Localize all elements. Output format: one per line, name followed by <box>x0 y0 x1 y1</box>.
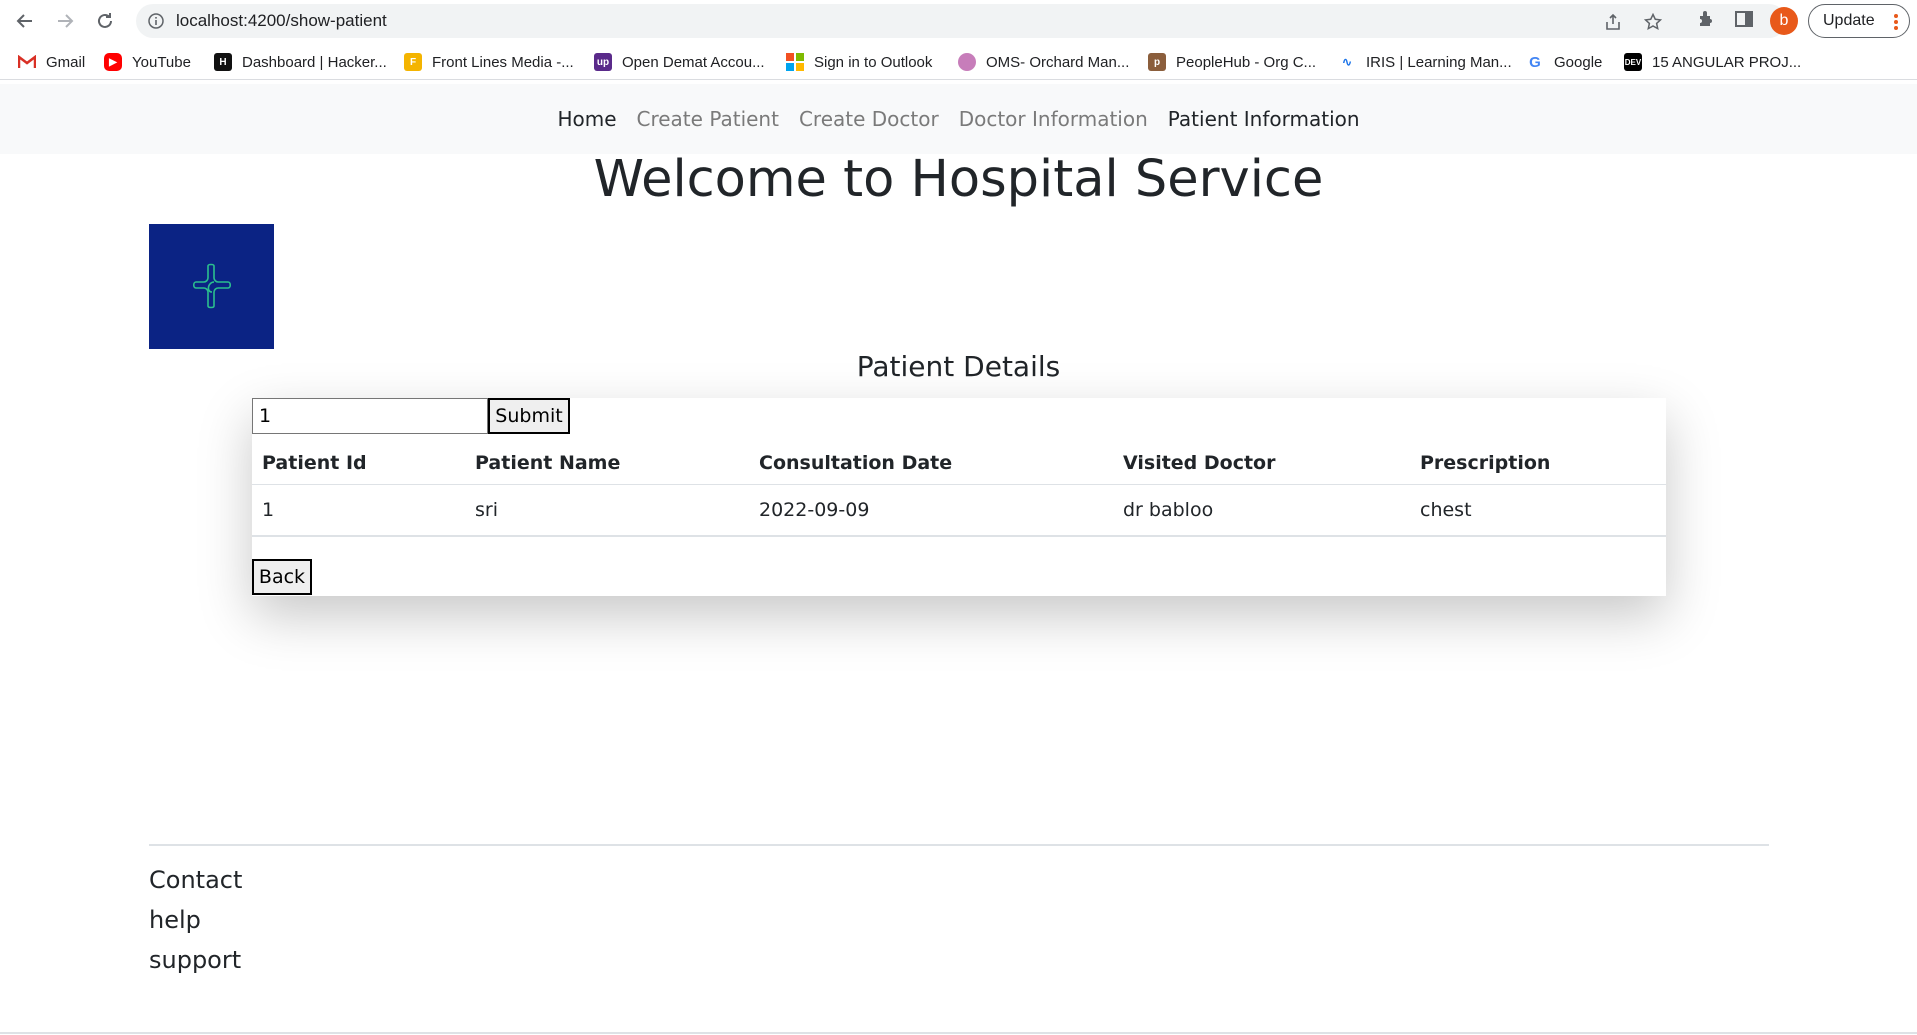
column-header: Visited Doctor <box>1113 442 1410 485</box>
cell-patient-name: sri <box>465 484 749 537</box>
bookmark-iris[interactable]: ∿ IRIS | Learning Man... <box>1338 49 1512 75</box>
column-header: Prescription <box>1410 442 1666 485</box>
bookmark-google[interactable]: G Google <box>1526 49 1602 75</box>
nav-create-doctor[interactable]: Create Doctor <box>789 84 949 154</box>
back-button[interactable]: Back <box>252 559 312 595</box>
table-row: 1 sri 2022-09-09 dr babloo chest <box>252 484 1666 537</box>
nav-home[interactable]: Home <box>547 84 626 154</box>
bookmarks-bar: Gmail ▶ YouTube H Dashboard | Hacker... … <box>0 44 1917 80</box>
cell-patient-id: 1 <box>252 484 465 537</box>
patient-table: Patient Id Patient Name Consultation Dat… <box>252 442 1666 537</box>
section-title: Patient Details <box>856 350 1061 383</box>
bookmark-label: OMS- Orchard Man... <box>986 53 1130 71</box>
bookmark-outlook[interactable]: Sign in to Outlook <box>786 49 932 75</box>
site-info-icon[interactable] <box>148 13 164 33</box>
column-header: Consultation Date <box>749 442 1113 485</box>
update-label: Update <box>1823 12 1875 29</box>
bookmark-upstox[interactable]: up Open Demat Accou... <box>594 49 765 75</box>
bookmark-label: Dashboard | Hacker... <box>242 53 387 71</box>
bookmark-label: 15 ANGULAR PROJ... <box>1652 53 1802 71</box>
cell-visited-doctor: dr babloo <box>1113 484 1410 537</box>
bookmark-youtube[interactable]: ▶ YouTube <box>104 49 191 75</box>
share-icon[interactable] <box>1604 13 1622 35</box>
microsoft-icon <box>786 53 804 71</box>
address-bar[interactable]: localhost:4200/show-patient <box>136 4 1786 38</box>
cell-prescription: chest <box>1410 484 1666 537</box>
update-button[interactable]: Update <box>1808 4 1910 38</box>
bookmark-label: YouTube <box>132 53 191 71</box>
frontlines-icon: F <box>404 53 422 71</box>
bookmark-oms[interactable]: OMS- Orchard Man... <box>958 49 1129 75</box>
bookmark-peoplehub[interactable]: p PeopleHub - Org C... <box>1148 49 1316 75</box>
page-bottom-divider <box>0 1032 1917 1034</box>
bookmark-label: Sign in to Outlook <box>814 53 933 71</box>
medical-cross-icon <box>192 263 231 308</box>
main-navbar: Home Create Patient Create Doctor Doctor… <box>0 84 1917 154</box>
upstox-icon: up <box>594 53 612 71</box>
cell-consultation-date: 2022-09-09 <box>749 484 1113 537</box>
footer-help-link[interactable]: help <box>149 906 201 934</box>
bookmark-dev[interactable]: DEV 15 ANGULAR PROJ... <box>1624 49 1801 75</box>
back-arrow-icon[interactable] <box>8 4 42 38</box>
bookmark-label: Front Lines Media -... <box>432 53 574 71</box>
page-title: Welcome to Hospital Service <box>593 150 1324 209</box>
footer-support-link[interactable]: support <box>149 946 241 974</box>
column-header: Patient Name <box>465 442 749 485</box>
nav-create-patient[interactable]: Create Patient <box>627 84 789 154</box>
bookmark-label: IRIS | Learning Man... <box>1366 53 1512 71</box>
extensions-icon[interactable] <box>1696 9 1716 33</box>
dev-icon: DEV <box>1624 53 1642 71</box>
iris-icon: ∿ <box>1341 55 1353 69</box>
hospital-logo <box>149 224 274 349</box>
bookmark-label: PeopleHub - Org C... <box>1176 53 1317 71</box>
browser-toolbar: localhost:4200/show-patient b Update <box>0 0 1917 42</box>
footer-contact-link[interactable]: Contact <box>149 866 242 894</box>
bookmark-star-icon[interactable] <box>1643 12 1663 35</box>
youtube-icon: ▶ <box>104 53 122 71</box>
side-panel-icon[interactable] <box>1734 9 1754 33</box>
profile-avatar[interactable]: b <box>1770 7 1798 35</box>
submit-button[interactable]: Submit <box>488 398 570 434</box>
reload-icon[interactable] <box>88 4 122 38</box>
url-text: localhost:4200/show-patient <box>176 11 387 30</box>
peoplehub-icon: p <box>1148 53 1166 71</box>
bookmark-hackerrank[interactable]: H Dashboard | Hacker... <box>214 49 387 75</box>
forward-arrow-icon[interactable] <box>48 4 82 38</box>
bookmark-gmail[interactable]: Gmail <box>18 49 85 75</box>
nav-doctor-information[interactable]: Doctor Information <box>949 84 1158 154</box>
bookmark-frontlines[interactable]: F Front Lines Media -... <box>404 49 574 75</box>
oms-icon <box>958 53 976 71</box>
patient-details-card: Submit Patient Id Patient Name Consultat… <box>252 398 1666 596</box>
patient-id-input[interactable] <box>252 398 488 434</box>
nav-patient-information[interactable]: Patient Information <box>1158 84 1370 154</box>
google-icon: G <box>1529 53 1541 71</box>
bookmark-label: Open Demat Accou... <box>622 53 765 71</box>
bookmark-label: Google <box>1554 53 1603 71</box>
table-header-row: Patient Id Patient Name Consultation Dat… <box>252 442 1666 485</box>
gmail-icon <box>18 53 36 71</box>
kebab-menu-icon[interactable] <box>1893 13 1899 36</box>
bookmark-label: Gmail <box>46 53 86 71</box>
column-header: Patient Id <box>252 442 465 485</box>
hackerrank-icon: H <box>214 53 232 71</box>
footer-divider <box>149 844 1769 846</box>
